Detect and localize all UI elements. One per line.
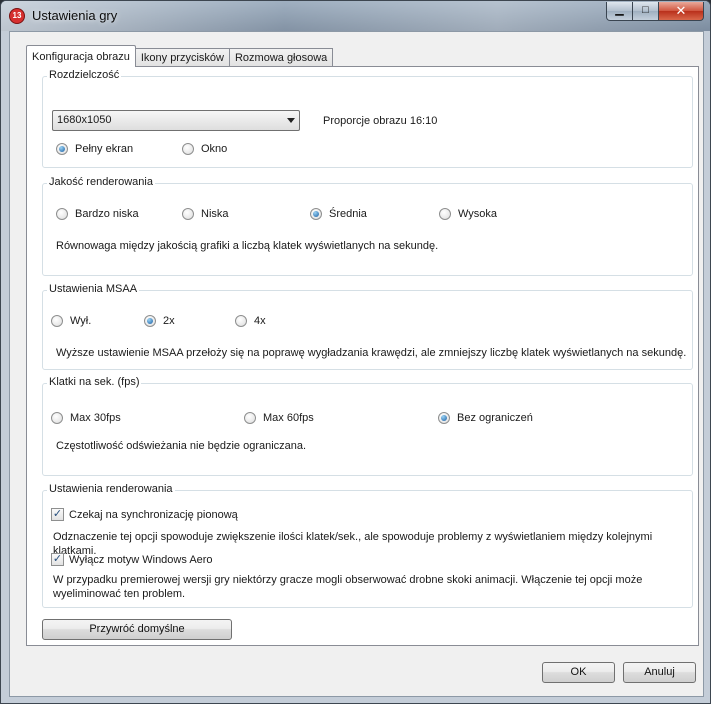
render-quality-group: Jakość renderowania Bardzo niska Niska Ś… [42,176,693,276]
radio-fps-30[interactable]: Max 30fps [51,412,121,424]
radio-button-icon [56,143,68,155]
radio-button-icon [144,315,156,327]
radio-fps-unlimited[interactable]: Bez ograniczeń [438,412,533,424]
vsync-checkbox-label: Czekaj na synchronizację pionową [69,508,238,521]
radio-msaa-2x[interactable]: 2x [144,315,175,327]
radio-window-label: Okno [201,143,228,155]
render-settings-group: Ustawienia renderowania ✓ Czekaj na sync… [42,483,693,608]
radio-quality-low-label: Niska [201,208,229,220]
window-title: Ustawienia gry [32,8,118,23]
radio-button-icon [182,143,194,155]
aero-description-line-1: W przypadku premierowej wersji gry niekt… [53,574,643,586]
disable-aero-checkbox-label: Wyłącz motyw Windows Aero [69,553,213,566]
app-logo-icon: 13 [9,8,25,24]
radio-button-icon [235,315,247,327]
radio-window[interactable]: Okno [182,143,227,155]
radio-msaa-4x-label: 4x [254,315,266,327]
radio-button-icon [51,315,63,327]
render-quality-group-title: Jakość renderowania [47,176,155,188]
radio-fps-unlimited-label: Bez ograniczeń [457,412,533,424]
fps-group-title: Klatki na sek. (fps) [47,376,142,388]
resolution-select[interactable]: 1680x1050 [52,110,300,131]
maximize-button[interactable]: □ [633,2,659,21]
radio-quality-very-low-label: Bardzo niska [75,208,139,220]
radio-msaa-2x-label: 2x [163,315,175,327]
restore-defaults-button[interactable]: Przywróć domyślne [42,619,232,640]
checkbox-check-icon: ✓ [51,508,64,521]
radio-msaa-off-label: Wył. [70,315,92,327]
radio-fps-60[interactable]: Max 60fps [244,412,314,424]
title-bar[interactable]: 13 Ustawienia gry ▁ □ ✕ [1,1,710,31]
tab-strip: Konfiguracja obrazu Ikony przycisków Roz… [26,45,334,67]
render-settings-group-title: Ustawienia renderowania [47,483,175,495]
chevron-down-icon [287,118,295,123]
radio-msaa-4x[interactable]: 4x [235,315,266,327]
msaa-group: Ustawienia MSAA Wył. 2x 4x Wyższe ustawi… [42,283,693,370]
aero-description-line-2: wyeliminować ten problem. [53,588,186,600]
radio-button-icon [56,208,68,220]
radio-fps-30-label: Max 30fps [70,412,121,424]
checkbox-check-icon: ✓ [51,553,64,566]
msaa-description: Wyższe ustawienie MSAA przełoży się na p… [56,347,687,359]
resolution-group: Rozdzielczość 1680x1050 Proporcje obrazu… [42,69,693,168]
ok-button[interactable]: OK [542,662,615,683]
resolution-select-value: 1680x1050 [57,114,112,126]
disable-aero-checkbox[interactable]: ✓ Wyłącz motyw Windows Aero [51,553,213,566]
window-controls: ▁ □ ✕ [606,2,704,21]
radio-quality-medium[interactable]: Średnia [310,208,367,220]
radio-fps-60-label: Max 60fps [263,412,314,424]
radio-button-icon [244,412,256,424]
radio-quality-medium-label: Średnia [329,208,367,220]
render-quality-description: Równowaga między jakością grafiki a licz… [56,240,439,252]
resolution-group-title: Rozdzielczość [47,69,122,81]
tab-voice-chat[interactable]: Rozmowa głosowa [228,48,334,67]
radio-button-icon [182,208,194,220]
radio-quality-high[interactable]: Wysoka [439,208,497,220]
radio-button-icon [310,208,322,220]
dialog-client-area: Konfiguracja obrazu Ikony przycisków Roz… [9,31,704,697]
fps-group: Klatki na sek. (fps) Max 30fps Max 60fps… [42,376,693,476]
fps-description: Częstotliwość odświeżania nie będzie ogr… [56,440,307,452]
aspect-ratio-label: Proporcje obrazu 16:10 [323,115,438,127]
tab-image-config[interactable]: Konfiguracja obrazu [26,45,136,67]
radio-button-icon [51,412,63,424]
cancel-button[interactable]: Anuluj [623,662,696,683]
radio-button-icon [438,412,450,424]
radio-quality-high-label: Wysoka [458,208,498,220]
radio-quality-low[interactable]: Niska [182,208,229,220]
close-button[interactable]: ✕ [659,2,704,21]
vsync-checkbox[interactable]: ✓ Czekaj na synchronizację pionową [51,508,238,521]
tab-panel-image-config: Rozdzielczość 1680x1050 Proporcje obrazu… [26,66,699,646]
msaa-group-title: Ustawienia MSAA [47,283,140,295]
radio-button-icon [439,208,451,220]
settings-window: 13 Ustawienia gry ▁ □ ✕ Konfiguracja obr… [0,0,711,704]
radio-quality-very-low[interactable]: Bardzo niska [56,208,139,220]
tab-button-icons[interactable]: Ikony przycisków [134,48,230,67]
radio-fullscreen-label: Pełny ekran [75,143,134,155]
radio-msaa-off[interactable]: Wył. [51,315,91,327]
minimize-button[interactable]: ▁ [606,2,633,21]
radio-fullscreen[interactable]: Pełny ekran [56,143,133,155]
